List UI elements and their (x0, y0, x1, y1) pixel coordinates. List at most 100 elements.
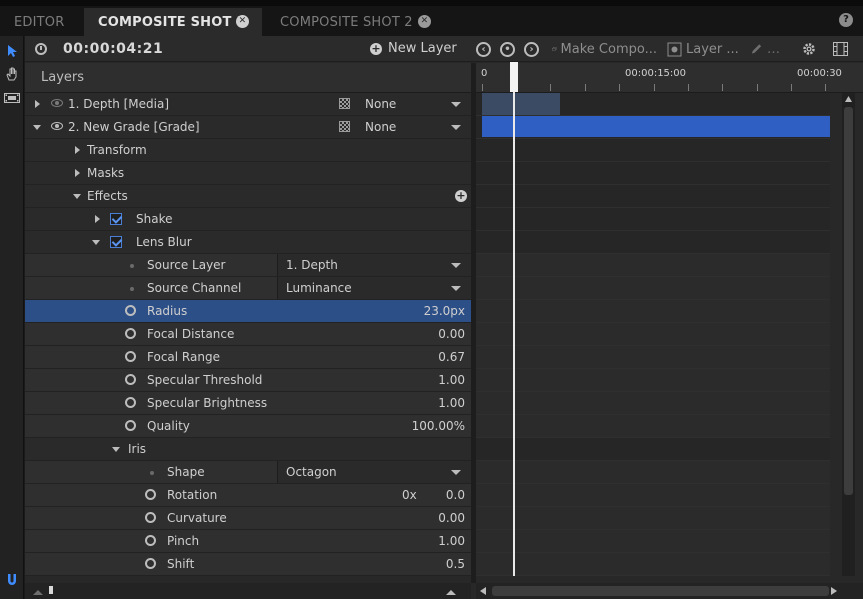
new-layer-button[interactable]: + New Layer (370, 41, 457, 56)
expand-icon[interactable] (95, 215, 100, 223)
magnet-icon[interactable] (3, 571, 21, 589)
property-value[interactable]: 1.00 (438, 534, 465, 548)
effect-enabled-checkbox[interactable] (110, 213, 122, 225)
property-row-source-channel[interactable]: Source Channel Luminance (25, 277, 471, 300)
select-arrow-icon[interactable] (3, 42, 21, 60)
new-grade-clip[interactable] (482, 116, 830, 137)
layer-row-depth[interactable]: 1. Depth [Media] None (25, 93, 471, 116)
collapse-icon[interactable] (73, 194, 81, 199)
help-icon[interactable]: ? (839, 13, 853, 27)
layer-settings-button[interactable]: Layer ... (667, 41, 739, 57)
scrollbar-handle[interactable] (49, 586, 53, 594)
keyframe-toggle-icon[interactable] (145, 489, 156, 500)
keyframe-button[interactable]: • (500, 41, 515, 57)
property-value[interactable]: 0.67 (438, 350, 465, 364)
blend-mode-select[interactable]: None (357, 93, 471, 115)
expand-icon[interactable] (35, 100, 40, 108)
keyframe-toggle-icon[interactable] (145, 512, 156, 523)
collapse-icon[interactable] (92, 240, 100, 245)
effect-row-lens-blur[interactable]: Lens Blur (25, 231, 471, 254)
group-row-iris[interactable]: Iris (25, 438, 471, 461)
group-row-masks[interactable]: Masks (25, 162, 471, 185)
track-row (476, 461, 830, 484)
property-value[interactable]: 0.0 (446, 488, 465, 502)
keyframe-toggle-icon[interactable] (125, 374, 136, 385)
pen-button[interactable]: … (750, 41, 780, 57)
timeline-horizontal-scrollbar[interactable] (476, 583, 863, 599)
timecode-display[interactable]: 00:00:04:21 (63, 41, 163, 57)
effect-enabled-checkbox[interactable] (110, 236, 122, 248)
depth-media-clip[interactable] (482, 93, 560, 115)
property-row-rotation[interactable]: Rotation 0x 0.0 (25, 484, 471, 507)
source-channel-select[interactable]: Luminance (277, 277, 471, 299)
property-value[interactable]: 100.00% (412, 419, 465, 433)
property-row-quality[interactable]: Quality 100.00% (25, 415, 471, 438)
rotation-turns-value[interactable]: 0x (402, 488, 417, 502)
property-value[interactable]: 0.00 (438, 511, 465, 525)
visibility-eye-icon[interactable] (51, 122, 63, 130)
blend-mode-select[interactable]: None (357, 116, 471, 138)
settings-button[interactable] (802, 41, 816, 57)
layer-row-new-grade[interactable]: 2. New Grade [Grade] None (25, 116, 471, 139)
playhead-handle[interactable] (510, 62, 518, 92)
timeline-tracks[interactable] (476, 93, 830, 576)
scrollbar-thumb[interactable] (844, 107, 853, 495)
keyframe-toggle-icon[interactable] (145, 535, 156, 546)
keyframe-toggle-icon[interactable] (145, 558, 156, 569)
track-row (476, 254, 830, 277)
keyframe-toggle-icon[interactable] (125, 328, 136, 339)
property-row-pinch[interactable]: Pinch 1.00 (25, 530, 471, 553)
film-button[interactable] (833, 41, 848, 57)
collapse-icon[interactable] (112, 447, 120, 452)
tab-composite-shot-2[interactable]: COMPOSITE SHOT 2 ✕ (266, 8, 444, 36)
property-row-shift[interactable]: Shift 0.5 (25, 553, 471, 576)
timeline-ruler[interactable]: 0 00:00:15:00 00:00:30 (476, 63, 863, 93)
expand-icon[interactable] (75, 169, 80, 177)
tab-editor-label: EDITOR (14, 14, 65, 30)
close-icon[interactable]: ✕ (418, 15, 431, 28)
tab-editor[interactable]: EDITOR (0, 8, 80, 36)
close-icon[interactable]: ✕ (236, 15, 249, 28)
film-strip-icon[interactable] (3, 89, 21, 107)
scroll-up-icon[interactable] (845, 96, 852, 102)
property-value[interactable]: 1.00 (438, 396, 465, 410)
expand-icon[interactable] (75, 146, 80, 154)
property-row-source-layer[interactable]: Source Layer 1. Depth (25, 254, 471, 277)
make-composite-button[interactable]: Make Compo... (552, 41, 657, 57)
property-value[interactable]: 0.00 (438, 327, 465, 341)
add-effect-icon[interactable]: + (455, 190, 467, 202)
property-value[interactable]: 1.00 (438, 373, 465, 387)
zoom-in-icon[interactable] (446, 588, 456, 595)
keyframe-toggle-icon[interactable] (125, 305, 136, 316)
playhead-line[interactable] (513, 62, 515, 576)
step-forward-button[interactable]: › (524, 41, 539, 57)
property-value[interactable]: 0.5 (446, 557, 465, 571)
shape-select[interactable]: Octagon (277, 461, 471, 483)
group-row-effects[interactable]: Effects + (25, 185, 471, 208)
visibility-eye-icon[interactable] (51, 99, 63, 107)
layers-horizontal-scrollbar[interactable] (25, 583, 471, 599)
tab-composite-shot-1[interactable]: COMPOSITE SHOT 1 ✕ (84, 8, 262, 36)
effect-row-shake[interactable]: Shake (25, 208, 471, 231)
scroll-right-icon[interactable] (831, 587, 837, 595)
group-row-transform[interactable]: Transform (25, 139, 471, 162)
property-row-radius[interactable]: Radius 23.0px (25, 300, 471, 323)
collapse-icon[interactable] (33, 125, 41, 130)
property-row-curvature[interactable]: Curvature 0.00 (25, 507, 471, 530)
property-value[interactable]: 23.0px (424, 304, 465, 318)
property-row-specular-brightness[interactable]: Specular Brightness 1.00 (25, 392, 471, 415)
scrollbar-thumb[interactable] (492, 586, 829, 596)
timeline-vertical-scrollbar[interactable] (842, 93, 855, 576)
source-layer-select[interactable]: 1. Depth (277, 254, 471, 276)
keyframe-toggle-icon[interactable] (125, 351, 136, 362)
scroll-left-icon[interactable] (480, 587, 486, 595)
keyframe-toggle-icon[interactable] (125, 420, 136, 431)
zoom-out-icon[interactable] (33, 588, 43, 595)
hand-icon[interactable] (3, 65, 21, 83)
property-row-shape[interactable]: Shape Octagon (25, 461, 471, 484)
property-row-focal-range[interactable]: Focal Range 0.67 (25, 346, 471, 369)
property-row-specular-threshold[interactable]: Specular Threshold 1.00 (25, 369, 471, 392)
property-row-focal-distance[interactable]: Focal Distance 0.00 (25, 323, 471, 346)
step-back-button[interactable]: ‹ (476, 41, 491, 57)
keyframe-toggle-icon[interactable] (125, 397, 136, 408)
